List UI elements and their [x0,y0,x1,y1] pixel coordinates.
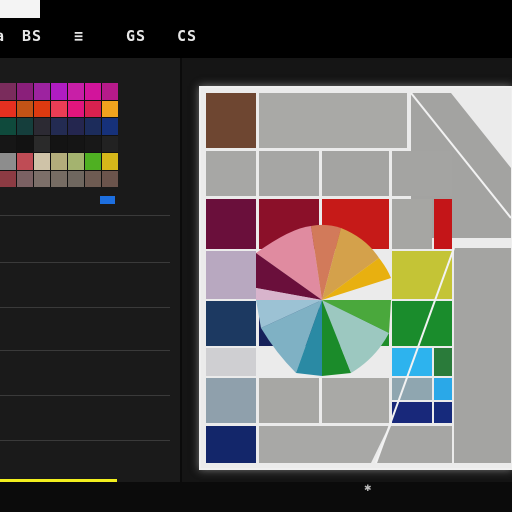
color-swatch[interactable] [102,135,118,152]
color-swatch[interactable] [17,153,33,170]
color-swatch[interactable] [85,100,101,117]
canvas-block [434,199,452,249]
color-swatch[interactable] [34,100,50,117]
canvas-block [392,251,452,299]
canvas-block [259,378,319,423]
canvas-block [206,426,256,463]
color-swatch[interactable] [0,100,16,117]
divider [0,395,170,396]
bs-button[interactable]: BS [22,27,42,45]
divider [0,215,170,216]
bug-icon[interactable]: ✱ [364,484,372,494]
canvas-block [206,378,256,423]
color-swatch[interactable] [17,135,33,152]
cs-button[interactable]: CS [177,27,197,45]
canvas-block [392,378,432,400]
a-button[interactable]: a [0,27,5,45]
color-swatch[interactable] [0,83,16,100]
color-swatch-grid [0,83,118,187]
color-swatch[interactable] [102,118,118,135]
color-swatch[interactable] [102,83,118,100]
color-swatch[interactable] [68,100,84,117]
color-swatch[interactable] [51,135,67,152]
canvas-block [322,151,389,196]
canvas-marker[interactable] [311,433,322,440]
top-toolbar: a BS ≡ GS CS [0,0,512,58]
status-bar [0,482,512,512]
color-swatch[interactable] [51,100,67,117]
color-swatch[interactable] [85,135,101,152]
divider [0,262,170,263]
color-swatch[interactable] [68,83,84,100]
canvas-block [434,402,452,423]
color-swatch[interactable] [0,118,16,135]
canvas-block [206,251,256,299]
color-swatch[interactable] [68,118,84,135]
equal-button[interactable]: ≡ [74,27,84,45]
divider [0,440,170,441]
canvas-block [206,348,256,376]
color-swatch[interactable] [85,170,101,187]
divider [0,307,170,308]
canvas-block [392,151,452,196]
color-swatch[interactable] [0,153,16,170]
color-swatch[interactable] [34,83,50,100]
color-swatch[interactable] [34,170,50,187]
color-swatch[interactable] [102,170,118,187]
color-swatch[interactable] [34,118,50,135]
color-swatch[interactable] [68,153,84,170]
color-swatch[interactable] [51,153,67,170]
canvas-block [322,378,389,423]
canvas-block [454,248,511,463]
color-swatch[interactable] [68,135,84,152]
canvas-block [206,301,256,346]
color-swatch[interactable] [17,100,33,117]
canvas-block [434,348,452,376]
color-swatch[interactable] [0,170,16,187]
canvas-block [206,151,256,196]
canvas-block [206,93,256,148]
color-swatch[interactable] [68,170,84,187]
canvas-block [259,426,389,463]
color-swatch[interactable] [85,118,101,135]
color-swatch[interactable] [34,153,50,170]
color-swatch[interactable] [17,170,33,187]
color-swatch[interactable] [102,153,118,170]
color-swatch[interactable] [102,100,118,117]
color-swatch[interactable] [51,170,67,187]
color-block-canvas[interactable] [201,88,511,468]
color-sample-badge[interactable] [100,196,115,204]
color-swatch[interactable] [17,118,33,135]
color-swatch[interactable] [85,83,101,100]
canvas-block [434,378,452,400]
color-swatch[interactable] [85,153,101,170]
gs-button[interactable]: GS [126,27,146,45]
color-swatch[interactable] [17,83,33,100]
divider [0,350,170,351]
canvas-label [304,135,340,141]
corner-tab[interactable] [0,0,40,18]
color-swatch[interactable] [0,135,16,152]
color-swatch[interactable] [51,118,67,135]
color-swatch[interactable] [51,83,67,100]
color-swatch[interactable] [34,135,50,152]
canvas-block [392,301,452,346]
canvas-block [206,199,256,249]
canvas-block [392,199,432,249]
canvas-block [259,151,319,196]
